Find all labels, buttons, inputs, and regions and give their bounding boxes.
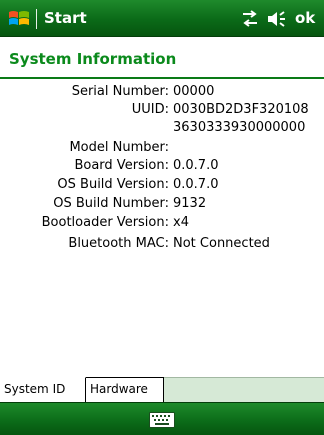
- bootloader-version-row: Bootloader Version: x4: [0, 214, 324, 232]
- uuid-label: UUID:: [131, 102, 169, 117]
- taskbar: Start ok: [0, 0, 324, 37]
- keyboard-icon[interactable]: [149, 412, 175, 428]
- os-build-number-row: OS Build Number: 9132: [0, 195, 324, 213]
- os-build-number-label: OS Build Number:: [53, 196, 169, 211]
- board-version-label: Board Version:: [74, 158, 169, 173]
- os-build-version-value: 0.0.7.0: [173, 177, 219, 192]
- model-number-row: Model Number:: [0, 139, 324, 157]
- start-button[interactable]: Start: [44, 8, 87, 28]
- volume-icon[interactable]: [266, 9, 288, 29]
- system-info-panel: Serial Number: 00000 UUID: 0030BD2D3F320…: [0, 79, 324, 377]
- tab-system-id[interactable]: System ID: [0, 377, 86, 402]
- tab-strip: System ID Hardware: [0, 377, 324, 402]
- page-title: System Information: [9, 50, 177, 68]
- uuid-value-line1: 0030BD2D3F320108: [173, 102, 309, 117]
- bluetooth-mac-value: Not Connected: [173, 236, 270, 251]
- os-build-version-label: OS Build Version:: [57, 177, 169, 192]
- uuid-row: UUID: 0030BD2D3F320108: [0, 101, 324, 119]
- serial-number-row: Serial Number: 00000: [0, 83, 324, 101]
- board-version-value: 0.0.7.0: [173, 158, 219, 173]
- model-number-label: Model Number:: [69, 140, 169, 155]
- bluetooth-mac-label: Bluetooth MAC:: [68, 236, 169, 251]
- connectivity-icon[interactable]: [240, 10, 260, 28]
- os-build-number-value: 9132: [173, 196, 207, 211]
- windows-flag-icon[interactable]: [8, 8, 30, 30]
- ok-button[interactable]: ok: [295, 8, 315, 28]
- uuid-continuation-row: 3630333930000000: [0, 119, 324, 137]
- bluetooth-mac-row: Bluetooth MAC: Not Connected: [0, 235, 324, 253]
- serial-number-value: 00000: [173, 84, 215, 99]
- menu-bar: [0, 402, 324, 435]
- uuid-value-line2: 3630333930000000: [173, 120, 306, 135]
- bootloader-version-label: Bootloader Version:: [41, 215, 169, 230]
- serial-number-label: Serial Number:: [71, 84, 169, 99]
- os-build-version-row: OS Build Version: 0.0.7.0: [0, 176, 324, 194]
- board-version-row: Board Version: 0.0.7.0: [0, 157, 324, 175]
- title-bar: System Information: [0, 37, 324, 79]
- tab-hardware[interactable]: Hardware: [86, 377, 164, 402]
- bootloader-version-value: x4: [173, 215, 189, 230]
- start-separator: [36, 9, 37, 29]
